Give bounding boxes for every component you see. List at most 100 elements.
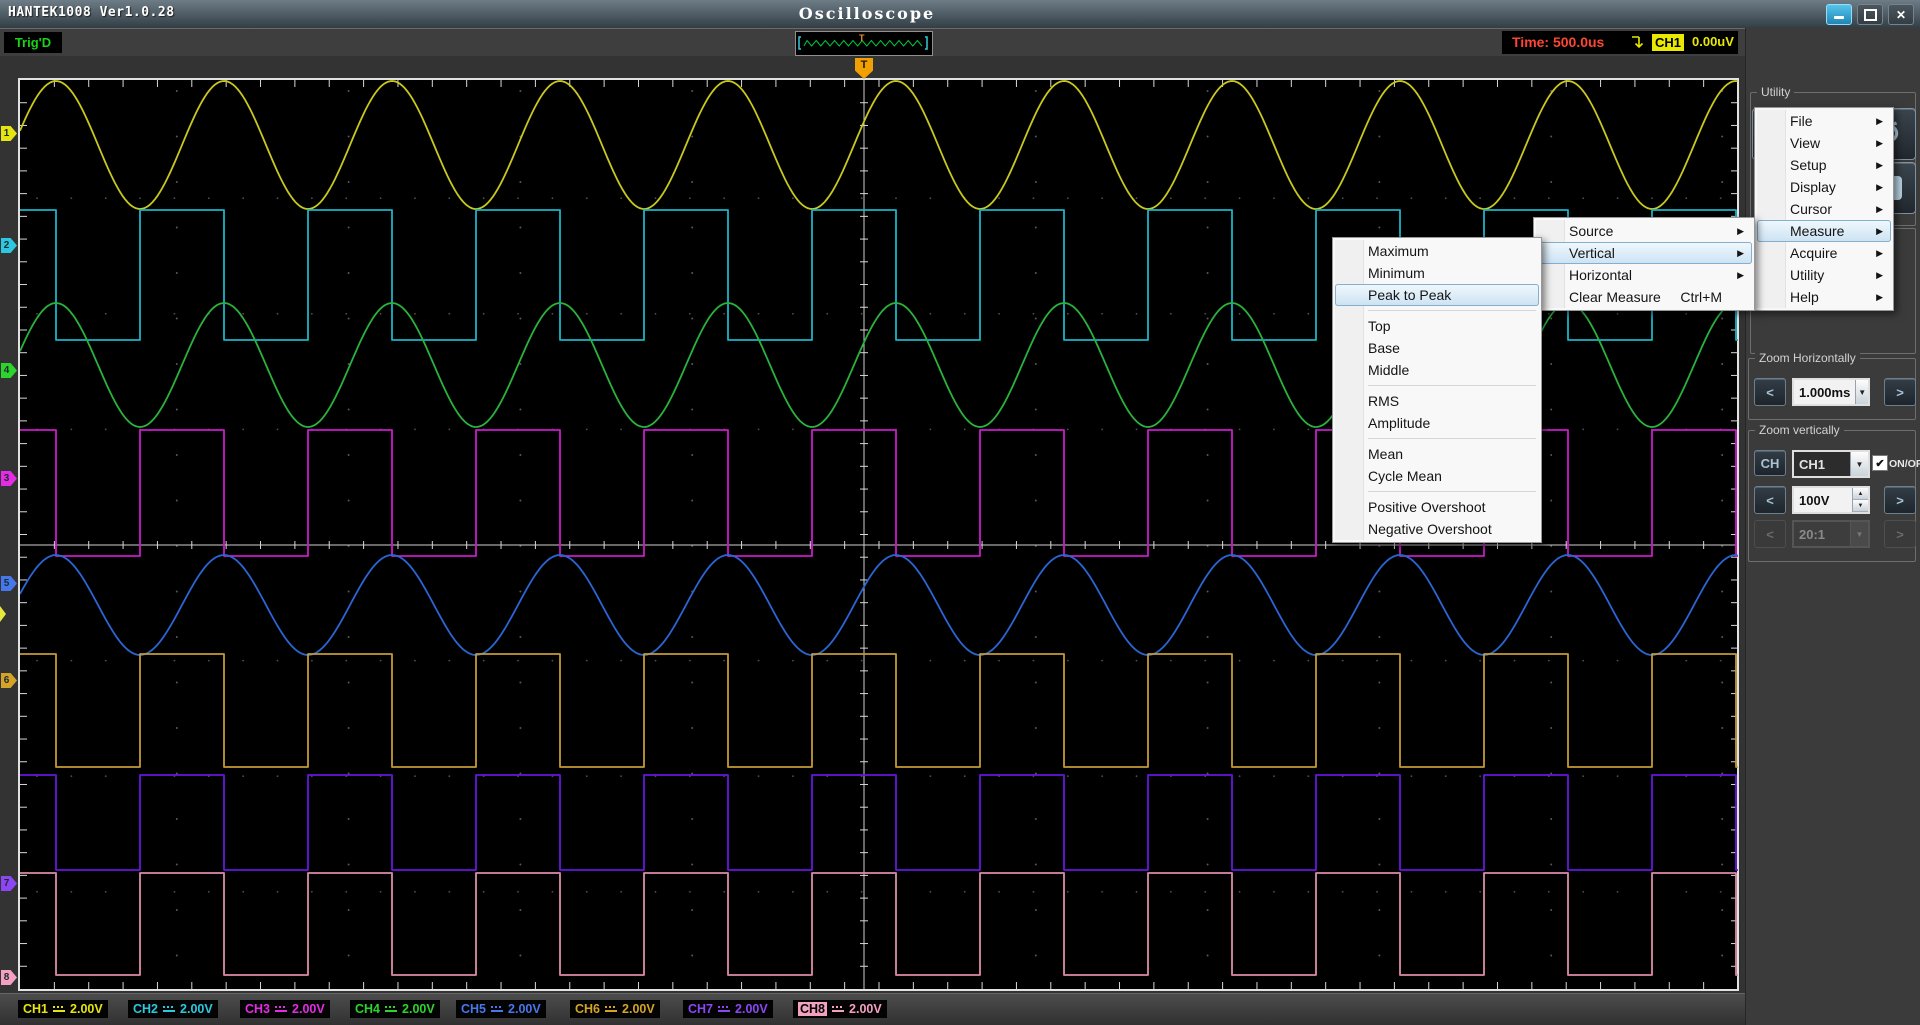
menu-item-label: Top bbox=[1368, 318, 1391, 334]
menu-item-measure[interactable]: Measure ▶ bbox=[1757, 220, 1891, 242]
menu-item-acquire[interactable]: Acquire▶ bbox=[1757, 242, 1891, 264]
menu-item-label: Utility bbox=[1790, 267, 1824, 283]
menu-item-view[interactable]: View▶ bbox=[1757, 132, 1891, 154]
channel-marker-number: 6 bbox=[1, 675, 12, 686]
channel-name: CH6 bbox=[575, 1002, 600, 1016]
channel-legend-bar: CH12.00VCH22.00VCH32.00VCH42.00VCH52.00V… bbox=[0, 993, 1745, 1025]
menu-item-setup[interactable]: Setup▶ bbox=[1757, 154, 1891, 176]
maximize-button[interactable] bbox=[1857, 4, 1883, 25]
channel-select-combo[interactable]: CH1 ▼ bbox=[1792, 450, 1870, 478]
menu-item-negative-overshoot[interactable]: Negative Overshoot bbox=[1335, 518, 1539, 540]
channel-chip-CH8[interactable]: CH82.00V bbox=[793, 1000, 887, 1018]
channel-select-dropdown-icon[interactable]: ▼ bbox=[1850, 452, 1868, 476]
spin-down-icon[interactable]: ▼ bbox=[1853, 500, 1868, 512]
channel-name: CH2 bbox=[133, 1002, 158, 1016]
channel-marker-number: 4 bbox=[1, 365, 12, 376]
menu-item-source[interactable]: Source▶ bbox=[1536, 220, 1752, 242]
trigger-source-chip: CH1 bbox=[1652, 34, 1684, 51]
channel-chip-CH5[interactable]: CH52.00V bbox=[456, 1000, 546, 1018]
menu-item-mean[interactable]: Mean bbox=[1335, 443, 1539, 465]
menu-item-display[interactable]: Display ▶ bbox=[1757, 176, 1891, 198]
dc-coupling-icon bbox=[605, 1006, 617, 1012]
menu-item-utility[interactable]: Utility ▶ bbox=[1757, 264, 1891, 286]
submenu-arrow-icon: ▶ bbox=[1876, 264, 1883, 286]
submenu-arrow-icon: ▶ bbox=[1737, 242, 1744, 264]
menu-item-clear-measure[interactable]: Clear MeasureCtrl+M bbox=[1536, 286, 1752, 308]
channel-chip-CH4[interactable]: CH42.00V bbox=[350, 1000, 440, 1018]
menu-item-peak-to-peak[interactable]: Peak to Peak bbox=[1335, 284, 1539, 306]
window-controls: ✕ bbox=[1826, 4, 1914, 25]
menu-item-label: Source bbox=[1569, 223, 1613, 239]
menu-item-rms[interactable]: RMS bbox=[1335, 390, 1539, 412]
range-value: 100V bbox=[1794, 488, 1852, 512]
channel-name: CH4 bbox=[355, 1002, 380, 1016]
menu-item-label: Cursor bbox=[1790, 201, 1832, 217]
menu-item-label: Vertical bbox=[1569, 245, 1615, 261]
spin-up-icon[interactable]: ▲ bbox=[1853, 488, 1868, 500]
menu-item-cursor[interactable]: Cursor▶ bbox=[1757, 198, 1891, 220]
channel-scale-value: 2.00V bbox=[292, 1002, 325, 1016]
submenu-arrow-icon: ▶ bbox=[1876, 110, 1883, 132]
ratio-prev-button: < bbox=[1754, 520, 1786, 548]
menu-separator bbox=[1368, 310, 1536, 311]
dc-coupling-icon bbox=[53, 1006, 65, 1012]
zoom-vertical-label: Zoom vertically bbox=[1755, 423, 1844, 437]
menu-item-maximum[interactable]: Maximum bbox=[1335, 240, 1539, 262]
menu-item-amplitude[interactable]: Amplitude bbox=[1335, 412, 1539, 434]
channel-chip-CH1[interactable]: CH12.00V bbox=[18, 1000, 108, 1018]
channel-marker-number: 7 bbox=[1, 878, 12, 889]
channel-chip-CH2[interactable]: CH2 2.00V bbox=[128, 1000, 218, 1018]
menu-item-help[interactable]: Help▶ bbox=[1757, 286, 1891, 308]
utility-group-label: Utility bbox=[1757, 85, 1794, 99]
timebase-dropdown-icon[interactable]: ▼ bbox=[1855, 380, 1868, 404]
range-next-button[interactable]: > bbox=[1884, 486, 1916, 514]
menu-item-label: Measure bbox=[1790, 223, 1844, 239]
ch-button[interactable]: CH bbox=[1754, 450, 1786, 476]
menu-item-positive-overshoot[interactable]: Positive Overshoot bbox=[1335, 496, 1539, 518]
menu-item-label: Negative Overshoot bbox=[1368, 521, 1492, 537]
dc-coupling-icon bbox=[385, 1006, 397, 1012]
range-combo[interactable]: 100V ▲ ▼ bbox=[1792, 486, 1870, 514]
timebase-next-button[interactable]: > bbox=[1884, 378, 1916, 406]
minimize-button[interactable] bbox=[1826, 4, 1852, 25]
channel-scale-value: 2.00V bbox=[622, 1002, 655, 1016]
measure-submenu: Source▶ Vertical ▶Horizontal▶Clear Measure… bbox=[1533, 217, 1755, 311]
channel-marker-number: 8 bbox=[1, 972, 12, 983]
menu-item-base[interactable]: Base bbox=[1335, 337, 1539, 359]
channel-chip-CH3[interactable]: CH32.00V bbox=[240, 1000, 330, 1018]
menu-item-middle[interactable]: Middle bbox=[1335, 359, 1539, 381]
channel-scale-value: 2.00V bbox=[508, 1002, 541, 1016]
channel-scale-value: 2.00V bbox=[180, 1002, 213, 1016]
waveform-preview-strip[interactable]: T bbox=[795, 31, 933, 56]
menu-item-label: Middle bbox=[1368, 362, 1409, 378]
menu-item-cycle-mean[interactable]: Cycle Mean bbox=[1335, 465, 1539, 487]
menu-item-label: Display bbox=[1790, 179, 1836, 195]
range-prev-button[interactable]: < bbox=[1754, 486, 1786, 514]
menu-item-file[interactable]: File ▶ bbox=[1757, 110, 1891, 132]
ratio-next-button: > bbox=[1884, 520, 1916, 548]
menu-item-label: File bbox=[1790, 113, 1813, 129]
timebase-combo[interactable]: 1.000ms ▼ bbox=[1792, 378, 1870, 406]
range-spinner[interactable]: ▲ ▼ bbox=[1852, 488, 1868, 512]
menu-item-horizontal[interactable]: Horizontal▶ bbox=[1536, 264, 1752, 286]
channel-chip-CH6[interactable]: CH6 2.00V bbox=[570, 1000, 660, 1018]
ratio-value: 20:1 bbox=[1794, 522, 1850, 546]
menu-item-vertical[interactable]: Vertical ▶ bbox=[1536, 242, 1752, 264]
submenu-arrow-icon: ▶ bbox=[1876, 220, 1883, 242]
close-button[interactable]: ✕ bbox=[1888, 4, 1914, 25]
menu-item-label: Mean bbox=[1368, 446, 1403, 462]
channel-scale-value: 2.00V bbox=[735, 1002, 768, 1016]
channel-select-value: CH1 bbox=[1794, 452, 1850, 476]
channel-scale-value: 2.00V bbox=[70, 1002, 103, 1016]
submenu-arrow-icon: ▶ bbox=[1876, 176, 1883, 198]
timebase-prev-button[interactable]: < bbox=[1754, 378, 1786, 406]
menu-item-top[interactable]: Top bbox=[1335, 315, 1539, 337]
submenu-arrow-icon: ▶ bbox=[1876, 242, 1883, 264]
preview-zigzag-icon: T bbox=[796, 32, 930, 53]
menu-item-label: Minimum bbox=[1368, 265, 1425, 281]
trigger-status-badge: Trig'D bbox=[4, 32, 62, 53]
channel-chip-CH7[interactable]: CH72.00V bbox=[683, 1000, 773, 1018]
preview-trigger-marker: T bbox=[859, 33, 865, 43]
channel-onoff-checkbox[interactable]: ✔ bbox=[1872, 455, 1888, 471]
menu-item-minimum[interactable]: Minimum bbox=[1335, 262, 1539, 284]
